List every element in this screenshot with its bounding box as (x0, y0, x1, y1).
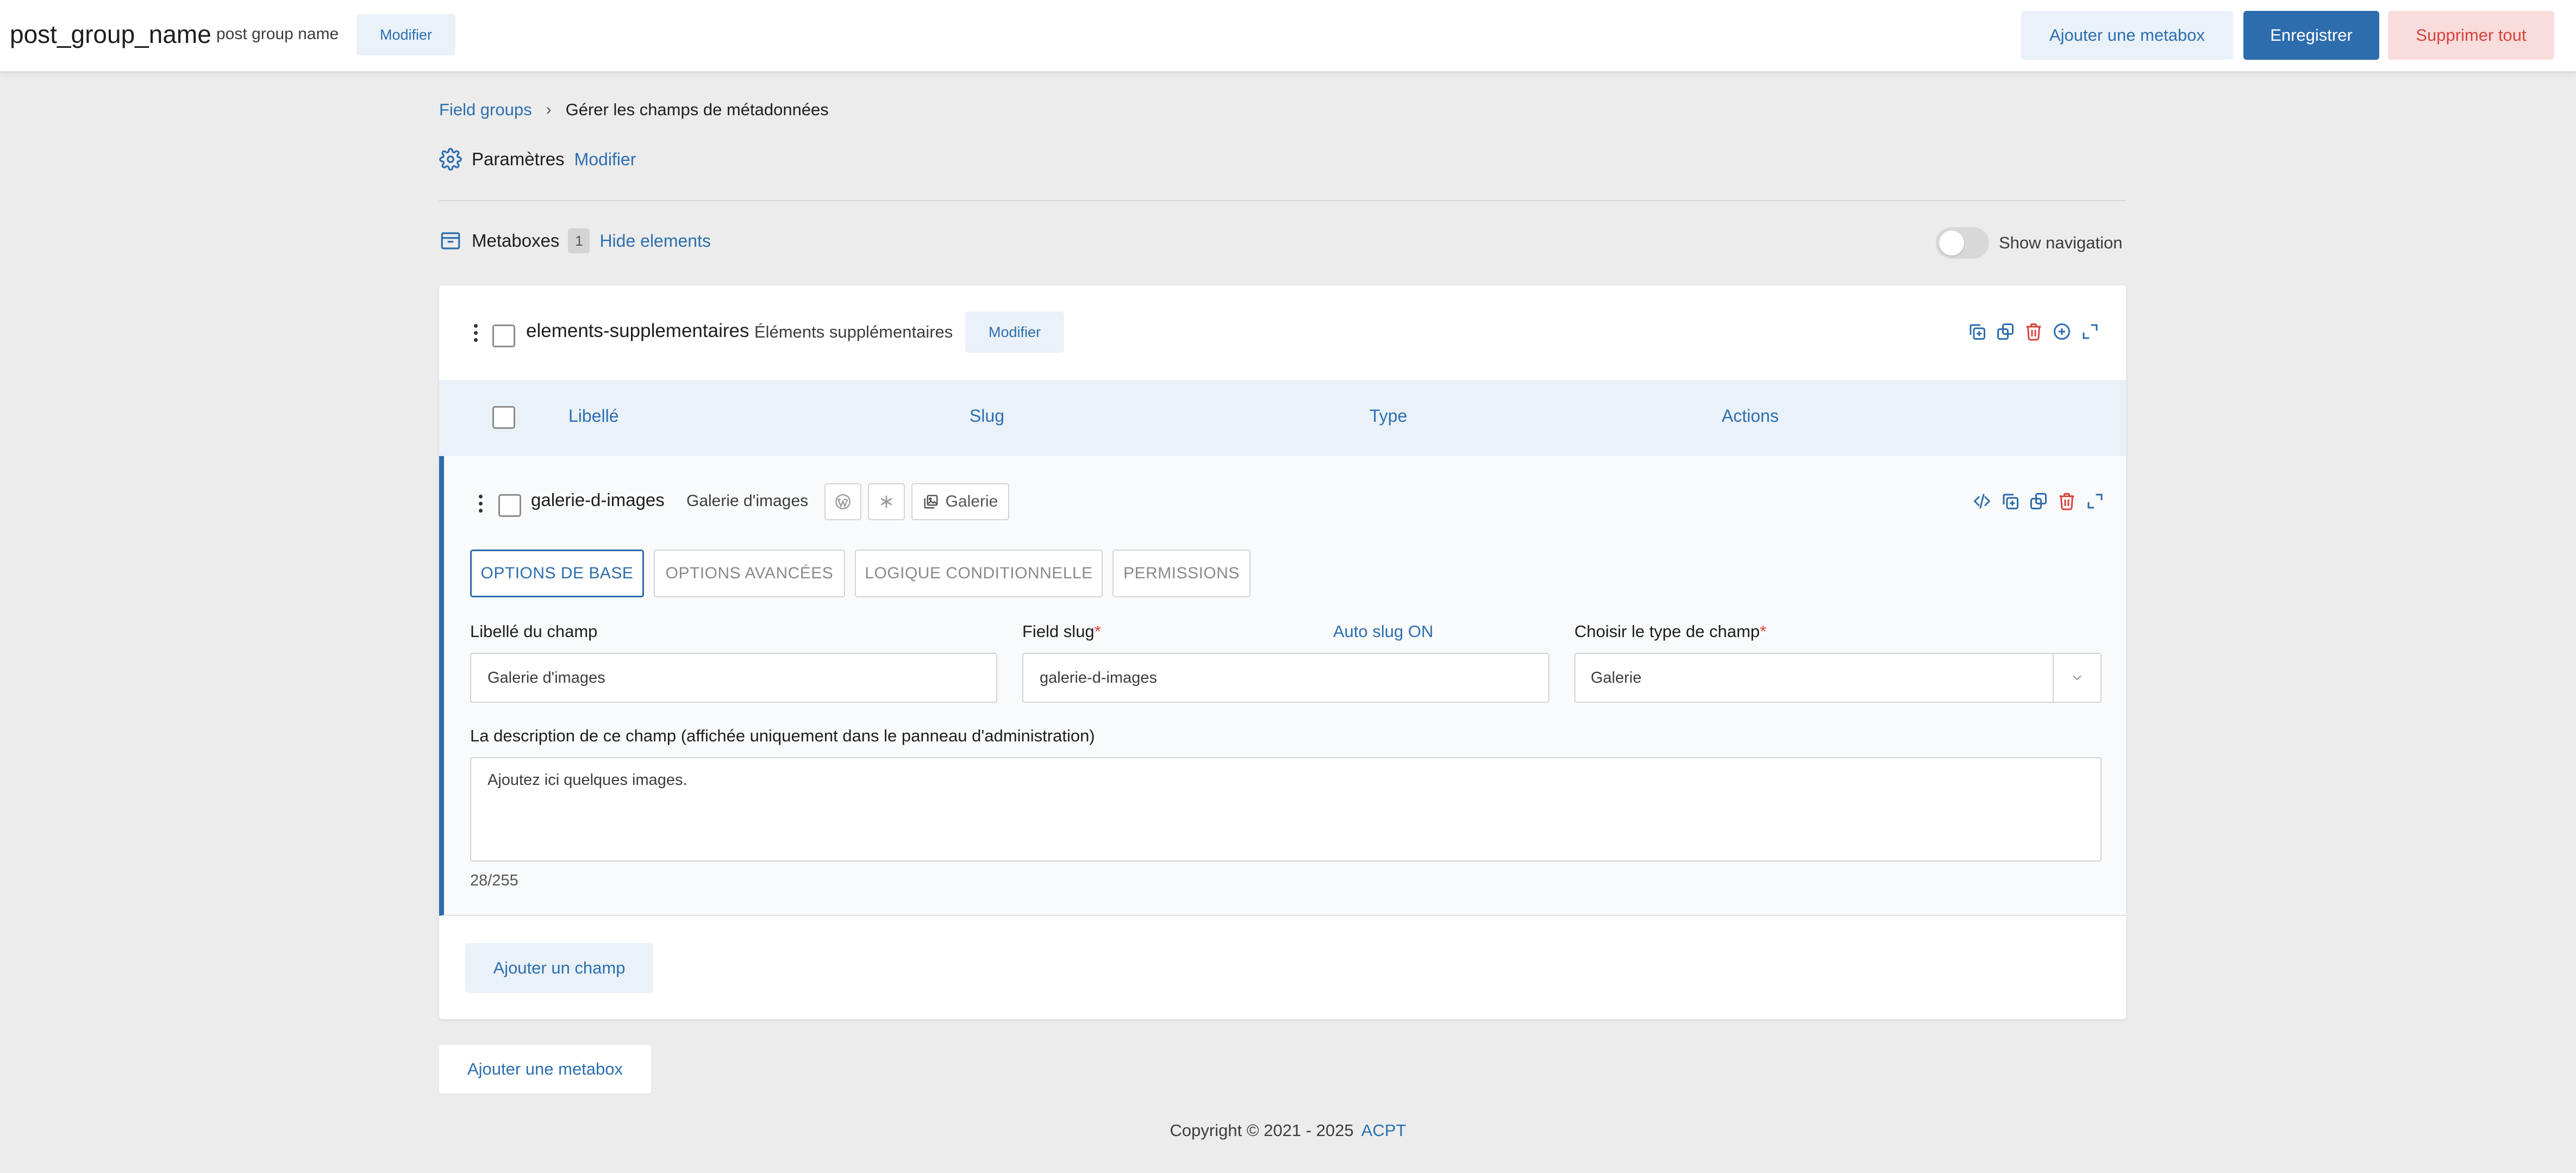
slug-input[interactable] (1022, 653, 1549, 703)
metaboxes-label: Metaboxes (472, 230, 560, 251)
gear-icon (439, 148, 462, 171)
field-panel: galerie-d-images Galerie d'images Galeri… (439, 456, 2126, 916)
expand-icon[interactable] (2084, 490, 2106, 512)
trash-icon[interactable] (2023, 321, 2044, 342)
drag-handle-icon[interactable] (473, 324, 478, 342)
show-navigation: Show navigation (1936, 227, 2123, 259)
tab-basic-options[interactable]: OPTIONS DE BASE (470, 550, 644, 597)
duplicate-icon[interactable] (2028, 490, 2049, 512)
add-field-button[interactable]: Ajouter un champ (465, 943, 653, 993)
column-header-actions: Actions (1722, 406, 1779, 426)
footer-acpt-link[interactable]: ACPT (1361, 1121, 1406, 1140)
delete-all-button[interactable]: Supprimer tout (2388, 11, 2554, 60)
tab-conditional-logic[interactable]: LOGIQUE CONDITIONNELLE (855, 550, 1103, 597)
wordpress-icon[interactable] (824, 483, 861, 520)
breadcrumb-current: Gérer les champs de métadonnées (565, 100, 829, 119)
field-name: galerie-d-images (531, 490, 665, 510)
section-divider (439, 200, 2126, 201)
archive-box-icon (439, 229, 462, 252)
field-type-select-value: Galerie (1591, 669, 1642, 687)
required-asterisk-icon[interactable] (868, 483, 905, 520)
metaboxes-count-badge: 1 (568, 228, 590, 253)
label-field-label: Libellé du champ (470, 622, 598, 641)
description-char-counter: 28/255 (470, 872, 518, 889)
top-bar: post_group_name post group name Modifier… (0, 0, 2576, 73)
save-button[interactable]: Enregistrer (2243, 11, 2379, 60)
code-icon[interactable] (1971, 490, 1993, 512)
params-modify-link[interactable]: Modifier (574, 149, 636, 170)
copy-plus-icon[interactable] (1999, 490, 2021, 512)
copy-plus-icon[interactable] (1966, 321, 1988, 342)
slug-field-label: Field slug* (1022, 622, 1101, 641)
params-section: Paramètres Modifier (439, 148, 636, 171)
chevron-down-icon (2053, 654, 2100, 702)
params-label: Paramètres (472, 149, 565, 169)
metabox-checkbox[interactable] (492, 325, 515, 347)
label-input[interactable] (470, 653, 997, 703)
field-drag-handle-icon[interactable] (478, 495, 483, 513)
field-type-chip-label: Galerie (945, 492, 998, 510)
add-metabox-bottom-button[interactable]: Ajouter une metabox (439, 1045, 651, 1094)
field-label: Galerie d'images (686, 492, 809, 510)
field-type-chip: Galerie (911, 483, 1009, 520)
breadcrumb-field-groups-link[interactable]: Field groups (439, 100, 532, 120)
group-modify-button[interactable]: Modifier (357, 14, 455, 55)
column-header-type[interactable]: Type (1370, 406, 1407, 426)
footer-copyright: Copyright © 2021 - 2025 (1170, 1121, 1354, 1140)
auto-slug-link[interactable]: Auto slug ON (1333, 622, 1433, 641)
group-label-subtitle: post group name (216, 25, 339, 43)
duplicate-icon[interactable] (1994, 321, 2016, 342)
field-checkbox[interactable] (498, 494, 521, 517)
footer: Copyright © 2021 - 2025 ACPT (0, 1121, 2576, 1140)
add-metabox-button[interactable]: Ajouter une metabox (2021, 11, 2233, 60)
tab-advanced-options[interactable]: OPTIONS AVANCÉES (654, 550, 845, 597)
fields-table-header: Libellé Slug Type Actions (439, 380, 2126, 456)
metabox-label: Éléments supplémentaires (754, 322, 953, 341)
metabox-card: elements-supplementaires Éléments supplé… (439, 285, 2126, 1019)
breadcrumb-separator: › (546, 101, 552, 118)
metabox-name: elements-supplementaires (526, 320, 749, 341)
plus-circle-icon[interactable] (2051, 321, 2073, 342)
toggle-knob (1939, 230, 1964, 255)
breadcrumb: Field groups › Gérer les champs de métad… (439, 100, 829, 120)
metabox-modify-button[interactable]: Modifier (965, 311, 1064, 353)
show-navigation-toggle[interactable] (1936, 227, 1989, 259)
field-type-select[interactable]: Galerie (1574, 653, 2102, 703)
select-all-checkbox[interactable] (492, 406, 515, 429)
trash-icon[interactable] (2056, 490, 2078, 512)
group-name-title: post_group_name (10, 20, 211, 48)
metaboxes-header: Metaboxes 1 Hide elements (439, 228, 711, 253)
tab-permissions[interactable]: PERMISSIONS (1112, 550, 1251, 597)
show-navigation-label: Show navigation (1999, 233, 2123, 252)
description-field-label: La description de ce champ (affichée uni… (470, 726, 1095, 745)
gallery-icon (923, 494, 939, 510)
description-textarea[interactable]: Ajoutez ici quelques images. (470, 757, 2102, 862)
hide-elements-link[interactable]: Hide elements (599, 231, 711, 251)
column-header-slug[interactable]: Slug (970, 406, 1004, 426)
type-field-label: Choisir le type de champ* (1574, 622, 1767, 641)
column-header-label[interactable]: Libellé (568, 406, 619, 426)
expand-icon[interactable] (2079, 321, 2101, 342)
